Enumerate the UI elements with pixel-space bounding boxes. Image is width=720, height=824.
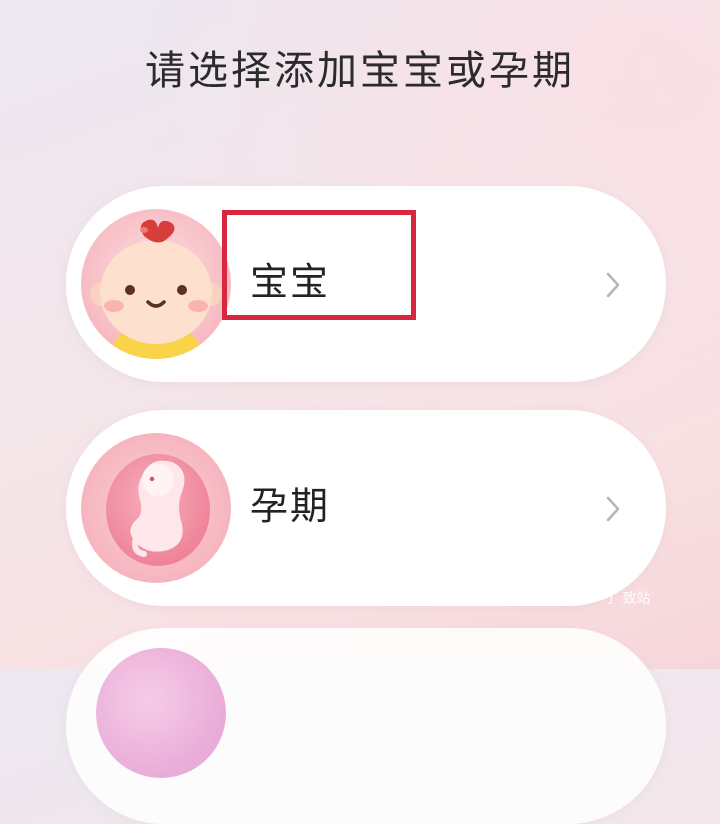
option-card-baby[interactable]: 宝宝 bbox=[66, 186, 666, 382]
baby-face-icon bbox=[78, 206, 234, 362]
option-card-partial[interactable] bbox=[66, 628, 666, 824]
option-label-pregnancy: 孕期 bbox=[250, 484, 331, 528]
page-title: 请选择添加宝宝或孕期 bbox=[145, 48, 575, 94]
fetus-icon bbox=[78, 430, 234, 586]
chevron-right-icon bbox=[606, 496, 620, 522]
option-label-baby: 宝宝 bbox=[250, 260, 331, 304]
option-avatar-icon bbox=[96, 648, 226, 778]
option-card-pregnancy[interactable]: 孕期 bbox=[66, 410, 666, 606]
chevron-right-icon bbox=[606, 272, 620, 298]
watermark-text: 丁 致站 bbox=[604, 591, 651, 607]
